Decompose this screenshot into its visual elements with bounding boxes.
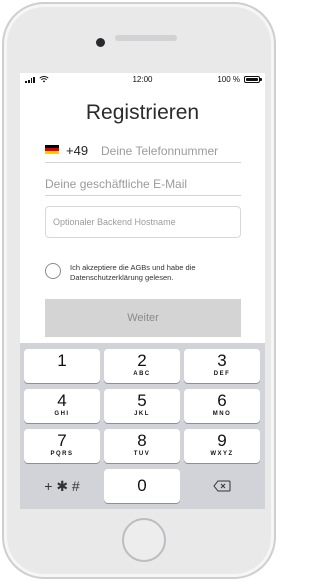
country-code[interactable]: +49 (66, 143, 88, 158)
key-letters: WXYZ (210, 451, 234, 457)
symbols-key[interactable]: + ✱ # (24, 469, 100, 503)
phone-number-field[interactable]: +49 Deine Telefonnummer (45, 140, 241, 163)
status-bar: 12:00 100 % (20, 73, 265, 87)
key-5[interactable]: 5 JKL (104, 389, 180, 423)
key-letters: GHI (54, 411, 70, 417)
delete-key[interactable] (184, 469, 260, 503)
app-screen: 12:00 100 % Registrieren +49 Deine Telef… (20, 73, 265, 509)
key-digit: 8 (137, 431, 147, 450)
key-letters: PQRS (50, 451, 74, 457)
key-digit: 2 (137, 351, 147, 370)
key-digit: 9 (217, 431, 227, 450)
backend-hostname-field[interactable]: Optionaler Backend Hostname (45, 206, 241, 238)
battery-percent: 100 % (217, 75, 240, 84)
key-letters: JKL (134, 411, 150, 417)
key-4[interactable]: 4 GHI (24, 389, 100, 423)
consent-checkbox[interactable] (45, 263, 61, 279)
key-1[interactable]: 1 (24, 349, 100, 383)
key-digit: 4 (57, 391, 67, 410)
germany-flag-icon[interactable] (45, 145, 59, 154)
key-8[interactable]: 8 TUV (104, 429, 180, 463)
key-digit: 3 (217, 351, 227, 370)
key-digit: 1 (57, 351, 67, 370)
key-digit: 6 (217, 391, 227, 410)
front-camera (96, 38, 105, 47)
key-digit: 5 (137, 391, 147, 410)
key-digit: 7 (57, 431, 67, 450)
email-input-placeholder[interactable]: Deine geschäftliche E-Mail (45, 177, 187, 191)
page-title: Registrieren (85, 101, 200, 124)
key-0[interactable]: 0 (104, 469, 180, 503)
next-button[interactable]: Weiter (45, 299, 241, 337)
email-field[interactable]: Deine geschäftliche E-Mail (45, 173, 241, 196)
key-7[interactable]: 7 PQRS (24, 429, 100, 463)
numeric-keypad: 1 2 ABC 3 DEF 4 GHI 5 JKL 6 MNO 7 PQRS 8… (20, 343, 265, 509)
key-digit: 0 (137, 476, 147, 495)
key-2[interactable]: 2 ABC (104, 349, 180, 383)
backspace-icon (213, 480, 231, 492)
backend-hostname-placeholder[interactable]: Optionaler Backend Hostname (53, 217, 176, 227)
key-6[interactable]: 6 MNO (184, 389, 260, 423)
phone-input-placeholder[interactable]: Deine Telefonnummer (101, 144, 218, 158)
key-3[interactable]: 3 DEF (184, 349, 260, 383)
key-letters: TUV (133, 451, 151, 457)
home-button[interactable] (122, 518, 166, 562)
consent-label[interactable]: Ich akzeptiere die AGBs und habe die Dat… (70, 263, 245, 283)
key-letters: ABC (133, 371, 151, 377)
battery-icon (244, 76, 262, 83)
key-letters: MNO (212, 411, 232, 417)
key-letters: DEF (213, 371, 231, 377)
earpiece-speaker (115, 35, 177, 41)
phone-frame: 12:00 100 % Registrieren +49 Deine Telef… (2, 2, 276, 579)
key-9[interactable]: 9 WXYZ (184, 429, 260, 463)
